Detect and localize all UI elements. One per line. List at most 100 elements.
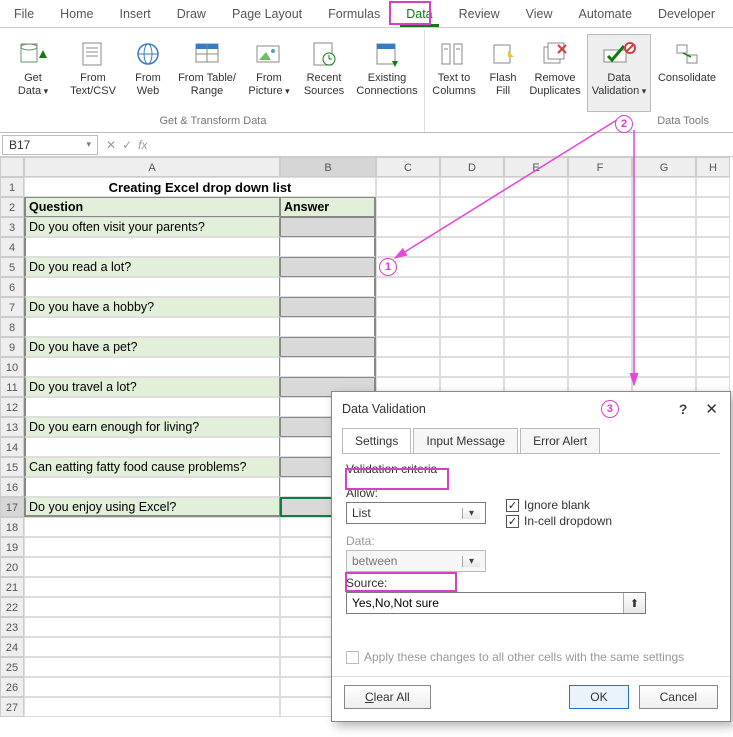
cell-H1[interactable] [696, 177, 730, 197]
cell-F9[interactable] [568, 337, 632, 357]
col-F[interactable]: F [568, 157, 632, 177]
cell-A16[interactable] [24, 477, 280, 497]
enter-icon[interactable]: ✓ [122, 138, 132, 152]
cell-D2[interactable] [440, 197, 504, 217]
cell-G5[interactable] [632, 257, 696, 277]
cell-A1[interactable]: Creating Excel drop down list [24, 177, 376, 197]
cell-B10[interactable] [280, 357, 376, 377]
fx-icon[interactable]: fx [138, 138, 147, 152]
ignore-blank-checkbox[interactable]: ✓Ignore blank [506, 498, 612, 512]
row-hdr[interactable]: 15 [0, 457, 24, 477]
cell-F4[interactable] [568, 237, 632, 257]
cell-H10[interactable] [696, 357, 730, 377]
cell-A18[interactable] [24, 517, 280, 537]
dialog-titlebar[interactable]: Data Validation 3 ? ✕ [332, 392, 730, 426]
cell-C10[interactable] [376, 357, 440, 377]
cell-E2[interactable] [504, 197, 568, 217]
cell-H3[interactable] [696, 217, 730, 237]
cell-E3[interactable] [504, 217, 568, 237]
row-hdr[interactable]: 3 [0, 217, 24, 237]
row-hdr[interactable]: 17 [0, 497, 24, 517]
cell-C7[interactable] [376, 297, 440, 317]
cell-E9[interactable] [504, 337, 568, 357]
get-data-button[interactable]: GetData [4, 34, 62, 112]
cell-C4[interactable] [376, 237, 440, 257]
menu-developer[interactable]: Developer [652, 3, 721, 27]
range-picker-button[interactable]: ⬆ [623, 593, 645, 613]
cell-F2[interactable] [568, 197, 632, 217]
cell-G4[interactable] [632, 237, 696, 257]
cell-F10[interactable] [568, 357, 632, 377]
cell-B7[interactable] [280, 297, 376, 317]
menu-review[interactable]: Review [453, 3, 506, 27]
menu-insert[interactable]: Insert [114, 3, 157, 27]
col-A[interactable]: A [24, 157, 280, 177]
row-hdr[interactable]: 24 [0, 637, 24, 657]
row-hdr[interactable]: 14 [0, 437, 24, 457]
cell-D7[interactable] [440, 297, 504, 317]
cell-H7[interactable] [696, 297, 730, 317]
cell-F5[interactable] [568, 257, 632, 277]
cell-D5[interactable] [440, 257, 504, 277]
allow-select[interactable]: List▾ [346, 502, 486, 524]
row-hdr[interactable]: 21 [0, 577, 24, 597]
cell-C6[interactable] [376, 277, 440, 297]
cell-C1[interactable] [376, 177, 440, 197]
dialog-close-button[interactable]: ✕ [703, 400, 720, 418]
cell-E1[interactable] [504, 177, 568, 197]
cell-H5[interactable] [696, 257, 730, 277]
row-hdr[interactable]: 23 [0, 617, 24, 637]
cell-F8[interactable] [568, 317, 632, 337]
cell-D9[interactable] [440, 337, 504, 357]
cell-D10[interactable] [440, 357, 504, 377]
cell-E6[interactable] [504, 277, 568, 297]
consolidate-button[interactable]: Consolidate [653, 34, 721, 112]
row-hdr[interactable]: 1 [0, 177, 24, 197]
cell-C8[interactable] [376, 317, 440, 337]
text-to-columns-button[interactable]: Text toColumns [427, 34, 481, 112]
cell-C2[interactable] [376, 197, 440, 217]
row-hdr[interactable]: 22 [0, 597, 24, 617]
row-hdr[interactable]: 5 [0, 257, 24, 277]
menu-page-layout[interactable]: Page Layout [226, 3, 308, 27]
cell-B2[interactable]: Answer [280, 197, 376, 217]
row-hdr[interactable]: 27 [0, 697, 24, 717]
row-hdr[interactable]: 13 [0, 417, 24, 437]
data-validation-button[interactable]: DataValidation [587, 34, 651, 112]
cell-F1[interactable] [568, 177, 632, 197]
cell-A2[interactable]: Question [24, 197, 280, 217]
tab-settings[interactable]: Settings [342, 428, 411, 453]
cell-G8[interactable] [632, 317, 696, 337]
tab-error-alert[interactable]: Error Alert [520, 428, 600, 453]
row-hdr[interactable]: 2 [0, 197, 24, 217]
cell-D4[interactable] [440, 237, 504, 257]
cell-F6[interactable] [568, 277, 632, 297]
clear-all-button[interactable]: Clear All [344, 685, 431, 709]
flash-fill-button[interactable]: FlashFill [483, 34, 523, 112]
cell-B9[interactable] [280, 337, 376, 357]
menu-formulas[interactable]: Formulas [322, 3, 386, 27]
cell-A12[interactable] [24, 397, 280, 417]
cell-A8[interactable] [24, 317, 280, 337]
ok-button[interactable]: OK [569, 685, 628, 709]
cell-A9[interactable]: Do you have a pet? [24, 337, 280, 357]
col-G[interactable]: G [632, 157, 696, 177]
cell-A27[interactable] [24, 697, 280, 717]
menu-draw[interactable]: Draw [171, 3, 212, 27]
cell-H2[interactable] [696, 197, 730, 217]
row-hdr[interactable]: 18 [0, 517, 24, 537]
row-hdr[interactable]: 11 [0, 377, 24, 397]
row-hdr[interactable]: 19 [0, 537, 24, 557]
cell-H4[interactable] [696, 237, 730, 257]
cell-B3[interactable] [280, 217, 376, 237]
cell-C3[interactable] [376, 217, 440, 237]
from-text-csv-button[interactable]: FromText/CSV [64, 34, 122, 112]
cell-G2[interactable] [632, 197, 696, 217]
cell-B8[interactable] [280, 317, 376, 337]
cell-E10[interactable] [504, 357, 568, 377]
col-C[interactable]: C [376, 157, 440, 177]
dialog-help-button[interactable]: ? [679, 401, 688, 417]
cell-F7[interactable] [568, 297, 632, 317]
cell-H6[interactable] [696, 277, 730, 297]
cell-G9[interactable] [632, 337, 696, 357]
